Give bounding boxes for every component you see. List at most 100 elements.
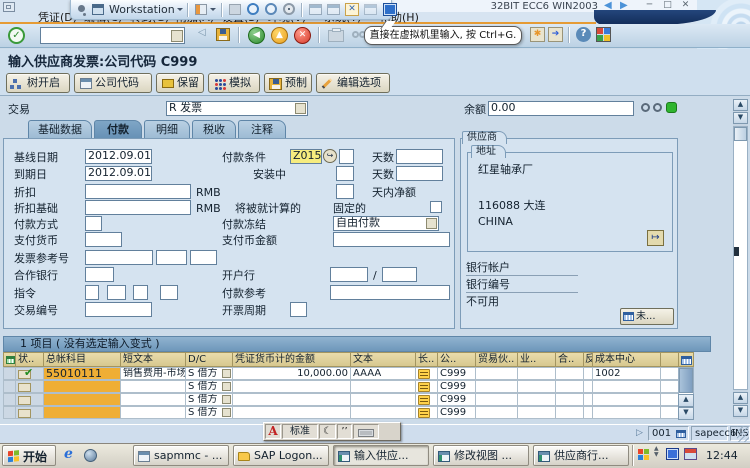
resize-grip[interactable] bbox=[737, 426, 749, 442]
col-biz[interactable]: 业.. bbox=[517, 352, 556, 367]
col-cost-center[interactable]: 成本中心 bbox=[592, 352, 661, 367]
cancel-button[interactable]: ✕ bbox=[294, 27, 311, 44]
row1-biz-cell[interactable] bbox=[517, 367, 556, 380]
baseline-date-field[interactable]: 2012.09.01 bbox=[85, 149, 152, 164]
tab-payment[interactable]: 付款 bbox=[94, 120, 142, 139]
ime-mode-button[interactable]: 标准 bbox=[282, 424, 318, 439]
invoice-ref-field[interactable] bbox=[85, 250, 153, 265]
table-select-icon[interactable] bbox=[6, 356, 15, 364]
row1-cost-center-cell[interactable]: 1002 bbox=[592, 367, 661, 380]
table-scroll-up-button[interactable]: ▲ bbox=[678, 394, 694, 407]
row3-dc-dropdown-icon[interactable] bbox=[222, 395, 231, 404]
create-shortcut-icon[interactable]: ➔ bbox=[548, 27, 563, 42]
col-status[interactable]: 状.. bbox=[15, 352, 44, 367]
row2-long-cell[interactable] bbox=[415, 380, 438, 393]
instruction3-field[interactable] bbox=[133, 285, 148, 300]
simulate-button[interactable]: 模拟 bbox=[208, 73, 260, 93]
row4-biz-cell[interactable] bbox=[517, 406, 556, 419]
row2-dc-dropdown-icon[interactable] bbox=[222, 382, 231, 391]
vendor-detail-icon[interactable]: ↦ bbox=[647, 230, 664, 246]
table-config-icon[interactable] bbox=[681, 356, 692, 365]
row4-dc-cell[interactable]: S 借方 bbox=[185, 406, 233, 419]
print-icon[interactable] bbox=[328, 28, 344, 42]
instruction1-field[interactable] bbox=[85, 285, 99, 300]
tab-basic-data[interactable]: 基础数据 bbox=[28, 120, 92, 139]
row4-long-text-icon[interactable] bbox=[418, 408, 430, 418]
row2-partner-cell[interactable] bbox=[555, 380, 584, 393]
due-date-field[interactable]: 2012.09.01 bbox=[85, 166, 152, 181]
payment-method-field[interactable] bbox=[85, 216, 102, 231]
row1-partner-cell[interactable] bbox=[555, 367, 584, 380]
snapshot-manager-icon[interactable] bbox=[283, 3, 295, 15]
taskbar-item-invoice[interactable]: 输入供应... bbox=[333, 445, 429, 466]
transaction-dropdown-icon[interactable] bbox=[295, 103, 306, 114]
house-bank-account-field[interactable] bbox=[382, 267, 417, 282]
row1-account-cell[interactable]: 55010111 bbox=[43, 367, 121, 380]
tab-detail[interactable]: 明细 bbox=[144, 120, 190, 139]
tray-color-icon[interactable] bbox=[638, 449, 643, 454]
taskbar-item-vendorlines[interactable]: 供应商行... bbox=[533, 445, 629, 466]
close-button[interactable]: ✕ bbox=[678, 0, 693, 11]
ime-keyboard-button[interactable] bbox=[353, 424, 379, 439]
billing-cycle-field[interactable] bbox=[290, 302, 307, 317]
layout-icon[interactable] bbox=[195, 4, 207, 15]
row2-text-cell[interactable] bbox=[350, 380, 416, 393]
row4-dc-dropdown-icon[interactable] bbox=[222, 408, 231, 417]
row3-company-cell[interactable]: C999 bbox=[437, 393, 476, 406]
row2-short-text-cell[interactable] bbox=[120, 380, 186, 393]
pay-ref-field[interactable] bbox=[330, 285, 450, 300]
row3-dc-cell[interactable]: S 借方 bbox=[185, 393, 233, 406]
workstation-menu[interactable]: Workstation bbox=[109, 3, 175, 16]
console-thumb-icon[interactable] bbox=[364, 4, 377, 15]
row2-cost-center-cell[interactable] bbox=[592, 380, 661, 393]
ime-punct-button[interactable]: ’’ bbox=[337, 424, 352, 439]
vm-prev-icon[interactable]: ◀ bbox=[604, 0, 612, 11]
session-cell[interactable]: 001 bbox=[648, 426, 689, 441]
share-icon[interactable] bbox=[229, 4, 241, 15]
row4-company-cell[interactable]: C999 bbox=[437, 406, 476, 419]
discount-base-field[interactable] bbox=[85, 200, 191, 215]
exit-button[interactable]: ▲ bbox=[271, 27, 288, 44]
row1-long-text-icon[interactable] bbox=[418, 369, 430, 379]
scroll-up-button[interactable]: ▲ bbox=[733, 99, 748, 111]
instruction2-field[interactable] bbox=[107, 285, 126, 300]
snapshot-revert-icon[interactable] bbox=[265, 3, 277, 15]
save-icon[interactable] bbox=[216, 28, 230, 41]
hold-button[interactable]: 保留 bbox=[156, 73, 204, 93]
customize-layout-icon[interactable] bbox=[596, 27, 611, 42]
col-trading[interactable]: 贸易伙.. bbox=[475, 352, 518, 367]
pay-amount-field[interactable] bbox=[333, 232, 450, 247]
app-quicklaunch-icon[interactable] bbox=[84, 449, 97, 462]
row3-cost-center-cell[interactable] bbox=[592, 393, 661, 406]
ime-lang-button[interactable]: A bbox=[265, 424, 281, 439]
enter-button[interactable]: ✓ bbox=[8, 27, 25, 44]
row4-text-cell[interactable] bbox=[350, 406, 416, 419]
tray-display-icon[interactable] bbox=[684, 448, 697, 460]
unity-icon[interactable]: ✕ bbox=[345, 3, 359, 16]
row2-amount-cell[interactable] bbox=[232, 380, 351, 393]
col-dc[interactable]: D/C bbox=[185, 352, 233, 367]
row4-short-text-cell[interactable] bbox=[120, 406, 186, 419]
col-short-text[interactable]: 短文本 bbox=[120, 352, 186, 367]
row2-trading-cell[interactable] bbox=[475, 380, 518, 393]
row3-trading-cell[interactable] bbox=[475, 393, 518, 406]
table-scroll-thumb[interactable] bbox=[679, 368, 693, 393]
row4-amount-cell[interactable] bbox=[232, 406, 351, 419]
scroll-down2-button[interactable]: ▼ bbox=[733, 405, 748, 417]
start-button[interactable]: 开始 bbox=[2, 445, 56, 466]
row1-amount-cell[interactable]: 10,000.00 bbox=[232, 367, 351, 380]
house-bank-field[interactable] bbox=[330, 267, 368, 282]
maximize-button[interactable]: □ bbox=[660, 0, 675, 11]
transaction-no-field[interactable] bbox=[85, 302, 152, 317]
row1-trading-cell[interactable] bbox=[475, 367, 518, 380]
open-items-button[interactable]: 未... bbox=[620, 308, 674, 325]
ie-quicklaunch-icon[interactable]: e bbox=[64, 446, 73, 462]
tray-arrow-icon[interactable]: ▲ ▼ bbox=[654, 446, 659, 458]
row3-short-text-cell[interactable] bbox=[120, 393, 186, 406]
ime-shape-button[interactable]: ☾ bbox=[319, 424, 336, 439]
command-history-icon[interactable] bbox=[171, 30, 183, 42]
row2-company-cell[interactable]: C999 bbox=[437, 380, 476, 393]
instruction4-field[interactable] bbox=[160, 285, 178, 300]
col-long[interactable]: 长.. bbox=[415, 352, 438, 367]
payment-block-dropdown-icon[interactable] bbox=[426, 218, 437, 229]
